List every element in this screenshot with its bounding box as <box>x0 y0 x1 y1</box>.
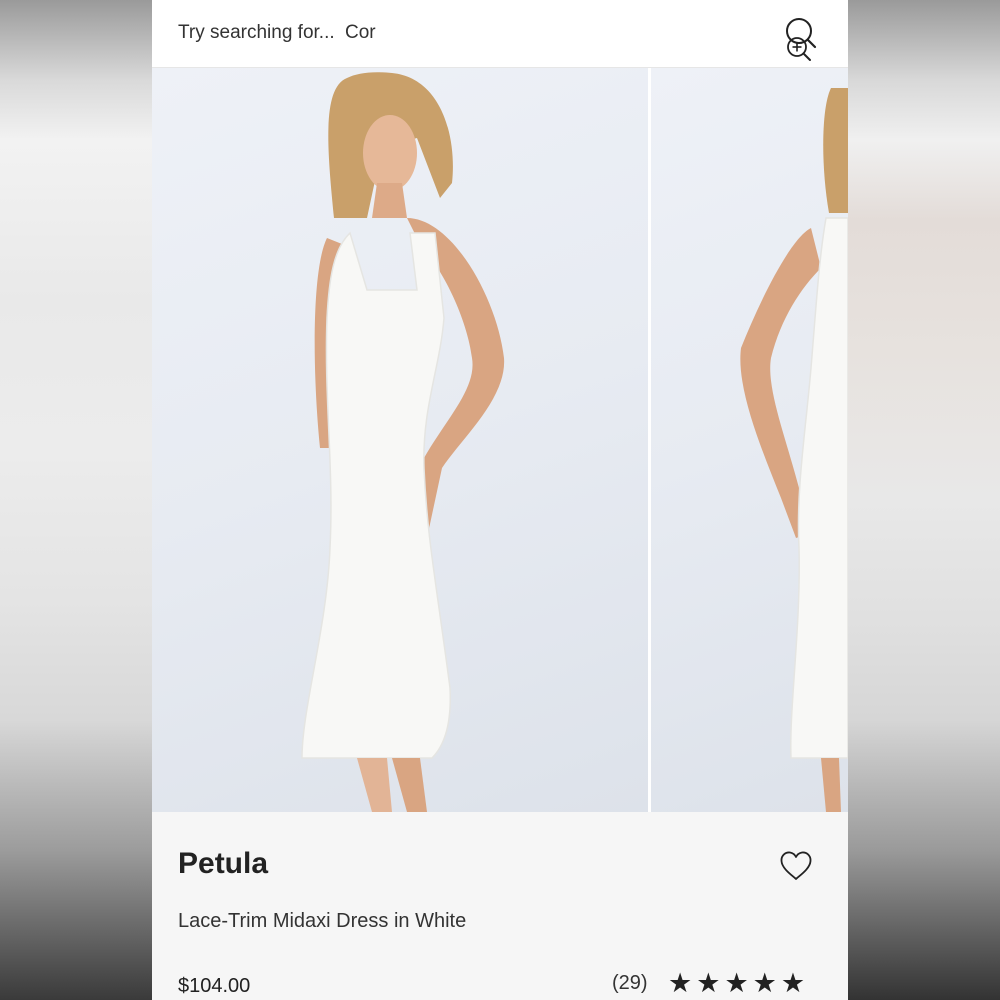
product-brand: Petula <box>178 847 269 880</box>
search-placeholder: Try searching for... <box>178 22 335 43</box>
star-icon: ★ <box>724 968 749 998</box>
search-bar[interactable]: Try searching for... Cor <box>152 0 848 68</box>
review-count[interactable]: (29) <box>612 972 648 995</box>
star-icon: ★ <box>780 968 806 998</box>
star-icon: ★ <box>668 968 693 998</box>
model-photo <box>301 72 505 812</box>
heart-icon[interactable] <box>779 850 813 882</box>
star-icon: ★ <box>752 968 777 998</box>
search-suggestion-text: Cor <box>345 22 376 43</box>
background-blur-left <box>0 0 152 1000</box>
product-price: $104.00 <box>178 975 251 997</box>
model-photo-back <box>740 88 848 812</box>
product-name: Lace-Trim Midaxi Dress in White <box>178 910 467 932</box>
star-icon: ★ <box>696 968 721 998</box>
product-page: Try searching for... Cor Petula Lace-Tri… <box>152 0 848 1000</box>
product-image-secondary[interactable] <box>651 68 848 812</box>
background-blur-right <box>848 0 1000 1000</box>
product-image-gallery[interactable] <box>152 68 848 812</box>
zoom-in-icon[interactable] <box>786 36 812 62</box>
product-info-panel: Petula Lace-Trim Midaxi Dress in White $… <box>152 812 848 1000</box>
product-image-main[interactable] <box>152 68 648 812</box>
rating-stars[interactable]: ★ ★ ★ ★ ★ <box>668 968 805 998</box>
